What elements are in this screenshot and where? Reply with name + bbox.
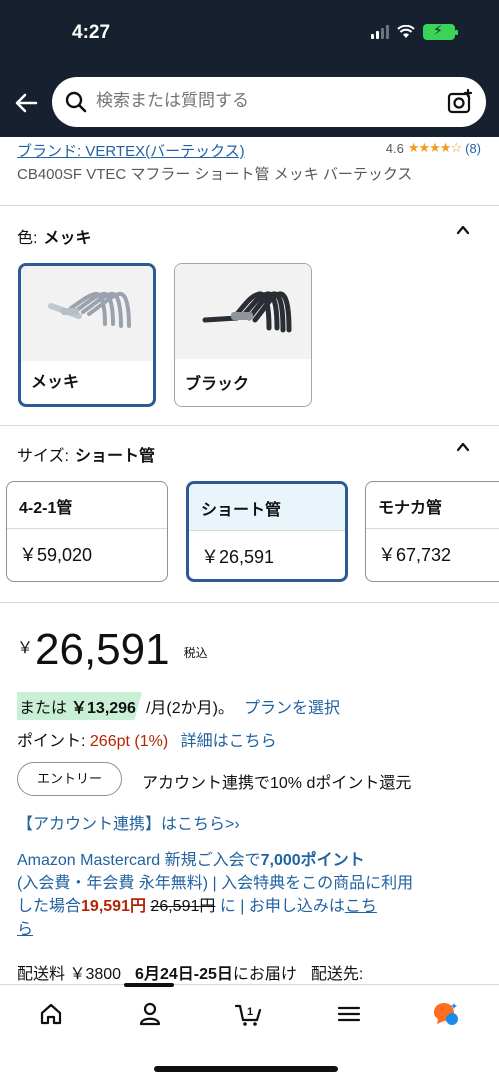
size-option-short[interactable]: ショート管 ￥26,591: [186, 481, 348, 582]
account-link[interactable]: 【アカウント連携】はこちら>›: [17, 810, 240, 834]
top-header: 4:27 ⚡: [0, 0, 499, 137]
cart-count: 1: [247, 1006, 253, 1018]
rating-stars-icon: ★★★★☆: [407, 140, 462, 155]
rating-value: 4.6: [385, 140, 404, 156]
select-plan-link[interactable]: プランを選択: [244, 694, 340, 718]
installment-badge: または ￥13,296: [17, 692, 142, 720]
size-selected-value: ショート管: [74, 448, 155, 465]
size-option-monaka[interactable]: モナカ管 ￥67,732: [365, 481, 499, 582]
color-section-label: 色: メッキ: [17, 230, 92, 247]
search-icon: [65, 91, 87, 113]
installment-term: /月(2か月)。: [145, 700, 234, 717]
color-option-label: メッキ: [31, 374, 80, 391]
entry-description: アカウント連携で10% dポイント還元: [142, 775, 412, 792]
product-image-chrome: [21, 266, 153, 361]
tax-label: 税込: [183, 646, 208, 660]
status-icons: ⚡: [371, 23, 458, 40]
signal-icon: [371, 25, 389, 39]
search-input[interactable]: [96, 91, 426, 111]
home-indicator: [154, 1066, 338, 1072]
back-arrow-icon[interactable]: [12, 89, 40, 117]
delivery-destination: 配送先:: [310, 966, 364, 983]
points-details-link[interactable]: 詳細はこちら: [181, 733, 277, 750]
size-option-4-2-1[interactable]: 4-2-1管 ￥59,020: [6, 481, 168, 582]
product-title: CB400SF VTEC マフラー ショート管 メッキ バーテックス: [17, 166, 413, 183]
price-currency: ￥: [17, 640, 34, 657]
wifi-icon: [397, 25, 415, 38]
points-percent: (1%): [134, 733, 169, 750]
rating-count[interactable]: (8): [465, 141, 481, 156]
chevron-up-icon[interactable]: [455, 222, 471, 238]
original-price: 26,591円: [150, 898, 216, 915]
size-option-price: ￥26,591: [201, 547, 275, 567]
account-icon[interactable]: [135, 999, 165, 1029]
cart-icon[interactable]: 1: [233, 999, 263, 1029]
price-amount: 26,591: [35, 625, 170, 674]
divider: [0, 602, 499, 603]
points-row: ポイント: 266pt (1%) 詳細はこちら: [17, 733, 277, 750]
active-tab-indicator: [124, 983, 174, 987]
shipping-row: 配送料 ￥3800 6月24日-25日にお届け 配送先:: [17, 966, 364, 983]
shipping-fee: 配送料 ￥3800: [17, 966, 122, 983]
size-option-price: ￥59,020: [19, 545, 93, 565]
size-option-name: ショート管: [189, 484, 345, 531]
search-bar[interactable]: [52, 77, 486, 127]
rufus-assistant-icon[interactable]: [430, 999, 460, 1029]
size-option-price: ￥67,732: [378, 545, 452, 565]
camera-search-icon[interactable]: [446, 88, 474, 116]
product-image-black: [175, 264, 311, 359]
size-section-label: サイズ: ショート管: [17, 448, 155, 465]
price-block: ￥ 26,591 税込: [17, 626, 208, 674]
color-option-black[interactable]: ブラック: [174, 263, 312, 407]
points-value: 266pt: [89, 733, 130, 750]
battery-icon: ⚡: [423, 23, 458, 40]
discount-price: 19,591円: [81, 898, 146, 915]
size-option-name: 4-2-1管: [7, 482, 167, 529]
bottom-tab-bar: 1: [0, 983, 499, 1080]
color-selected-value: メッキ: [43, 230, 92, 247]
installment-row: または ￥13,296 /月(2か月)。 プランを選択: [17, 692, 340, 720]
rating[interactable]: 4.6 ★★★★☆ (8): [386, 140, 481, 156]
divider: [0, 425, 499, 426]
color-option-label: ブラック: [185, 376, 250, 393]
size-option-name: モナカ管: [366, 482, 499, 529]
color-option-mekki[interactable]: メッキ: [18, 263, 156, 407]
delivery-dates: 6月24日-25日: [135, 966, 233, 983]
card-offer-link[interactable]: Amazon Mastercard 新規ご入会で7,000ポイント (入会費・年…: [17, 849, 487, 941]
brand-link[interactable]: ブランド: VERTEX(バーテックス): [17, 140, 245, 161]
entry-button[interactable]: エントリー: [17, 762, 122, 796]
chevron-up-icon[interactable]: [455, 439, 471, 455]
menu-icon[interactable]: [334, 999, 364, 1029]
status-time: 4:27: [72, 22, 111, 43]
divider: [0, 205, 499, 206]
home-icon[interactable]: [36, 999, 66, 1029]
